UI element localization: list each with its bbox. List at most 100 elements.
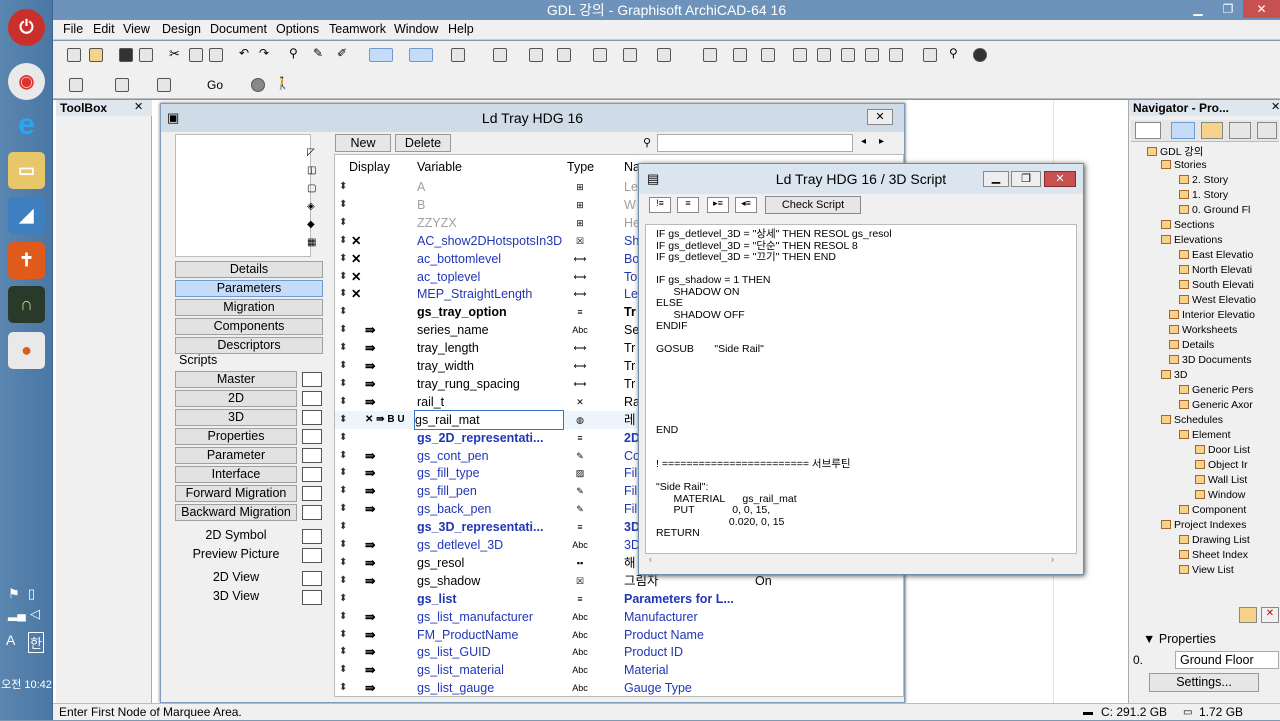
nav-tree-item[interactable]: Object Ir bbox=[1195, 459, 1248, 471]
move-handle-icon[interactable]: ⬍ bbox=[339, 482, 349, 500]
hancom-icon[interactable]: ✝ bbox=[8, 242, 45, 279]
param-name[interactable]: Product Name bbox=[624, 626, 744, 644]
param-variable[interactable]: ZZYZX bbox=[417, 214, 565, 232]
3d-view[interactable]: 3D View bbox=[175, 589, 297, 603]
section-components[interactable]: Components bbox=[175, 318, 323, 335]
param-type-icon[interactable]: ⟷ bbox=[571, 250, 589, 268]
move-handle-icon[interactable]: ⬍ bbox=[339, 518, 349, 536]
param-type-icon[interactable]: Abc bbox=[571, 661, 589, 679]
param-type-icon[interactable]: Abc bbox=[571, 626, 589, 644]
3d-view-icon[interactable] bbox=[302, 590, 322, 605]
ime-mode[interactable]: 한 bbox=[28, 632, 44, 653]
param-row[interactable]: ⬍ ⇛ gs_list_material Abc Material bbox=[335, 661, 903, 679]
2d-view[interactable]: 2D View bbox=[175, 570, 297, 584]
param-type-icon[interactable]: ⟷ bbox=[571, 375, 589, 393]
script-2d-icon[interactable] bbox=[302, 391, 322, 406]
param-type-icon[interactable]: ⊞ bbox=[571, 196, 589, 214]
minimize-button[interactable]: ▁ bbox=[1183, 0, 1213, 18]
battery-icon[interactable]: ▯ bbox=[28, 586, 35, 602]
move-handle-icon[interactable]: ⬍ bbox=[339, 268, 349, 286]
nav-tree-item[interactable]: Generic Pers bbox=[1179, 384, 1253, 396]
trim-icon[interactable] bbox=[703, 48, 717, 62]
param-type-icon[interactable]: ✎ bbox=[571, 500, 589, 518]
script-master[interactable]: Master bbox=[175, 371, 297, 388]
move-handle-icon[interactable]: ⬍ bbox=[339, 303, 349, 321]
move-handle-icon[interactable]: ⬍ bbox=[339, 429, 349, 447]
ime-lang[interactable]: A bbox=[6, 632, 15, 648]
script-properties[interactable]: Properties bbox=[175, 428, 297, 445]
param-type-icon[interactable]: ⊞ bbox=[571, 178, 589, 196]
nav-tree-item[interactable]: 3D Documents bbox=[1169, 354, 1251, 366]
move-handle-icon[interactable]: ⬍ bbox=[339, 285, 349, 303]
chrome-icon[interactable]: ◉ bbox=[8, 63, 45, 100]
param-variable[interactable]: series_name bbox=[417, 321, 565, 339]
param-variable[interactable]: AC_show2DHotspotsIn3D bbox=[417, 232, 565, 250]
script-2d[interactable]: 2D bbox=[175, 390, 297, 407]
param-type-icon[interactable]: ≡ bbox=[571, 590, 589, 608]
param-variable[interactable]: MEP_StraightLength bbox=[417, 285, 565, 303]
move-handle-icon[interactable]: ⬍ bbox=[339, 447, 349, 465]
pick-icon[interactable]: ✎ bbox=[313, 46, 327, 60]
move-handle-icon[interactable]: ⬍ bbox=[339, 590, 349, 608]
align-icon[interactable] bbox=[451, 48, 465, 62]
hidden-flag-icon[interactable]: ✕ bbox=[351, 268, 363, 286]
record-icon[interactable] bbox=[973, 48, 987, 62]
walk-icon[interactable]: ⚲ bbox=[949, 46, 963, 60]
nav-tree-item[interactable]: Stories bbox=[1161, 159, 1207, 171]
properties-section[interactable]: ▼ Properties bbox=[1143, 632, 1216, 646]
menu-design[interactable]: Design bbox=[162, 22, 201, 36]
param-variable[interactable]: gs_shadow bbox=[417, 572, 565, 590]
guide-icon[interactable] bbox=[409, 48, 433, 62]
param-type-icon[interactable]: ✕ bbox=[571, 393, 589, 411]
nav-delete-icon[interactable]: ✕ bbox=[1261, 607, 1279, 623]
nav-tree-item[interactable]: Elevations bbox=[1161, 234, 1222, 246]
script-close-button[interactable]: ✕ bbox=[1044, 171, 1076, 187]
3d-window-icon[interactable] bbox=[115, 78, 129, 92]
move-handle-icon[interactable]: ⬍ bbox=[339, 608, 349, 626]
floorplan-icon[interactable] bbox=[69, 78, 83, 92]
script-forward-migration[interactable]: Forward Migration bbox=[175, 485, 297, 502]
elevate-icon[interactable] bbox=[623, 48, 637, 62]
ie-icon[interactable]: e bbox=[8, 106, 45, 143]
find-icon[interactable]: ⚲ bbox=[289, 46, 303, 60]
script-minimize-button[interactable]: ▁ bbox=[983, 171, 1009, 187]
view-tools[interactable]: ◸ ◫ ▢ ◈ ◆ ▦ bbox=[307, 144, 319, 252]
delete-param-button[interactable]: Delete bbox=[395, 134, 451, 152]
nav-tree-item[interactable]: Project Indexes bbox=[1161, 519, 1246, 531]
adjust-icon[interactable] bbox=[761, 48, 775, 62]
next-icon[interactable]: ▸ bbox=[879, 136, 884, 147]
move-handle-icon[interactable]: ⬍ bbox=[339, 464, 349, 482]
mirror-icon[interactable] bbox=[817, 48, 831, 62]
nav-new-icon[interactable] bbox=[1239, 607, 1257, 623]
nav-tree-item[interactable]: Generic Axor bbox=[1179, 399, 1253, 411]
archicad-icon[interactable]: ∩ bbox=[8, 286, 45, 323]
param-type-icon[interactable]: Abc bbox=[571, 536, 589, 554]
flag-icon[interactable]: ⚑ bbox=[8, 586, 20, 602]
param-variable[interactable]: gs_detlevel_3D bbox=[417, 536, 565, 554]
prev-icon[interactable]: ◂ bbox=[861, 136, 866, 147]
param-variable[interactable]: rail_t bbox=[417, 393, 565, 411]
save-icon[interactable] bbox=[119, 48, 133, 62]
move-handle-icon[interactable]: ⬍ bbox=[339, 393, 349, 411]
script-backward-icon[interactable] bbox=[302, 505, 322, 520]
param-type-icon[interactable]: Abc bbox=[571, 643, 589, 661]
outdent-icon[interactable]: ◂≡ bbox=[735, 197, 757, 213]
paste-icon[interactable] bbox=[209, 48, 223, 62]
nav-tree-item[interactable]: Interior Elevatio bbox=[1169, 309, 1255, 321]
nav-tree-item[interactable]: Door List bbox=[1195, 444, 1250, 456]
menu-help[interactable]: Help bbox=[448, 22, 474, 36]
go-menu[interactable]: Go bbox=[207, 78, 223, 92]
move-handle-icon[interactable]: ⬍ bbox=[339, 375, 349, 393]
section-parameters[interactable]: Parameters bbox=[175, 280, 323, 297]
move-handle-icon[interactable]: ⬍ bbox=[339, 214, 349, 232]
script-forward-icon[interactable] bbox=[302, 486, 322, 501]
param-variable[interactable]: gs_rail_mat bbox=[414, 409, 564, 430]
folder-icon[interactable]: ▭ bbox=[8, 152, 45, 189]
walk-person-icon[interactable]: 🚶 bbox=[275, 76, 290, 90]
check-script-button[interactable]: Check Script bbox=[765, 196, 861, 214]
param-variable[interactable]: tray_rung_spacing bbox=[417, 375, 565, 393]
move-handle-icon[interactable]: ⬍ bbox=[339, 679, 349, 696]
param-variable[interactable]: gs_tray_option bbox=[417, 303, 565, 321]
nav-tree-item[interactable]: 2. Story bbox=[1179, 174, 1228, 186]
param-variable[interactable]: B bbox=[417, 196, 565, 214]
